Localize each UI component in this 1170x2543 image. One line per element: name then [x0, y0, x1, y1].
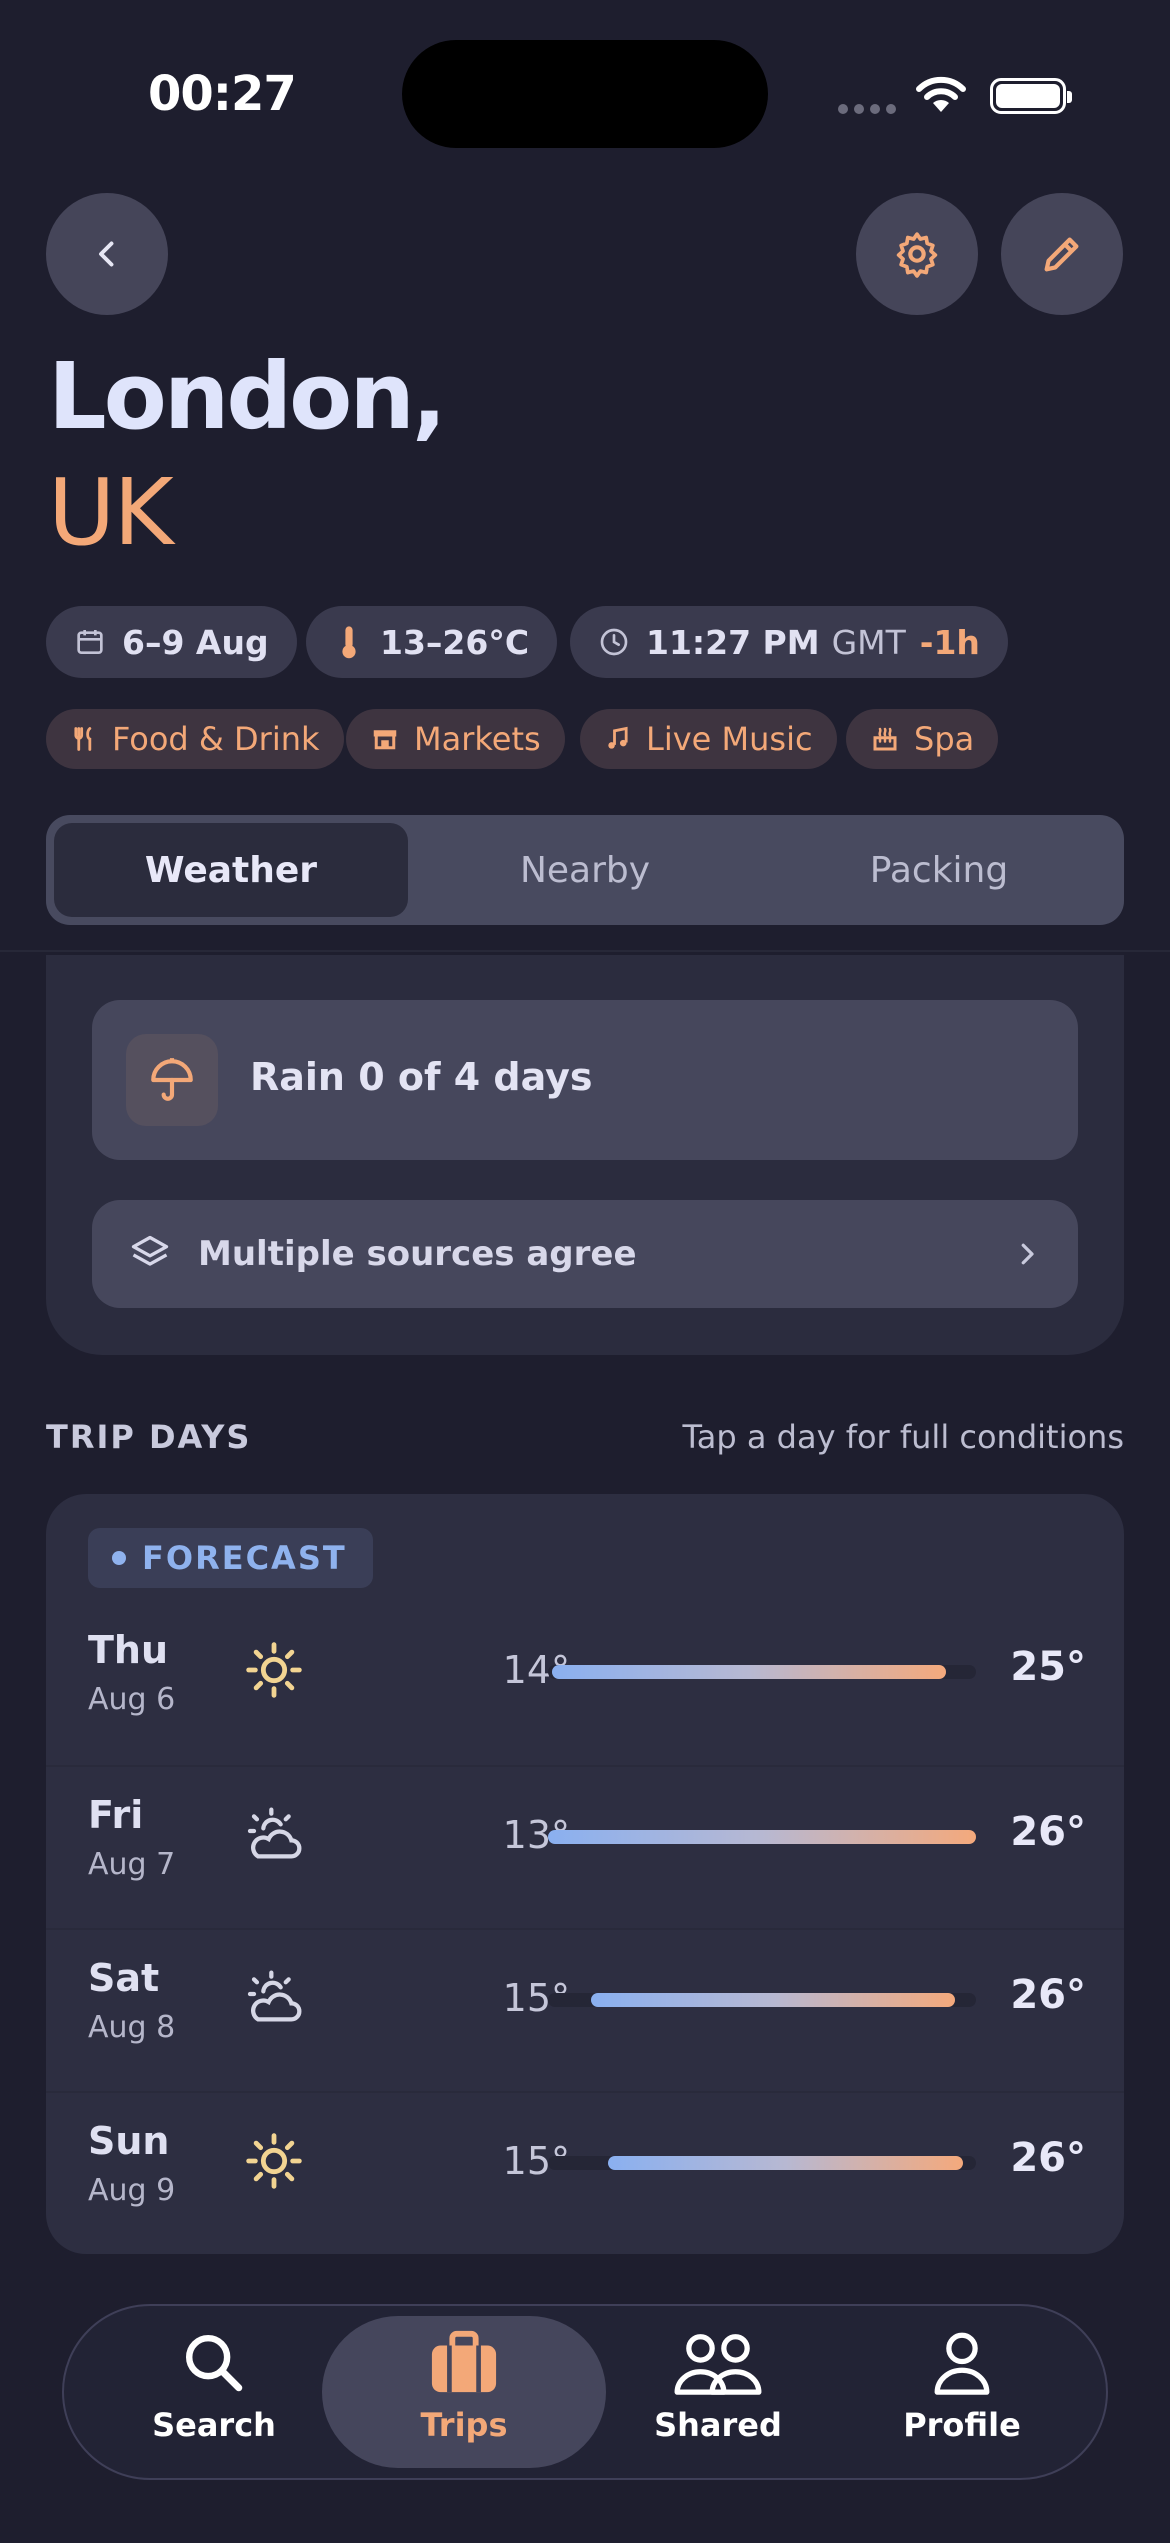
chevron-right-icon — [1021, 1243, 1034, 1265]
day-row-thu[interactable]: Thu Aug 6 14° 25° — [46, 1602, 1124, 1765]
dot-icon — [112, 1551, 126, 1565]
tab-label: Profile — [903, 2406, 1021, 2444]
day-date: Aug 8 — [88, 2010, 176, 2045]
tag-food-drink[interactable]: Food & Drink — [46, 709, 344, 769]
temp-range-bar — [590, 1993, 955, 2007]
back-button[interactable] — [46, 193, 168, 315]
dates-text: 6–9 Aug — [122, 622, 269, 662]
high-temp: 25° — [1010, 1644, 1086, 1690]
temperature-chip[interactable]: 13–26°C — [306, 606, 558, 678]
tab-packing[interactable]: Packing — [762, 823, 1116, 917]
forecast-badge: FORECAST — [88, 1528, 373, 1588]
tag-label: Markets — [414, 720, 541, 758]
temp-range-track — [548, 2156, 976, 2170]
signal-icon — [838, 104, 896, 116]
time-offset-text: -1h — [919, 622, 980, 662]
local-time-chip[interactable]: 11:27 PM GMT -1h — [570, 606, 1008, 678]
tab-search[interactable]: Search — [72, 2316, 356, 2468]
edit-button[interactable] — [1001, 193, 1123, 315]
page-title-city: London, — [48, 343, 447, 450]
search-icon — [186, 2335, 243, 2392]
tag-label: Spa — [914, 720, 975, 758]
tab-shared[interactable]: Shared — [576, 2316, 860, 2468]
sun-icon — [242, 2129, 306, 2193]
rain-summary-text: Rain 0 of 4 days — [250, 1055, 593, 1099]
gear-icon — [896, 232, 938, 278]
forecast-badge-label: FORECAST — [142, 1539, 347, 1577]
temp-range-track — [548, 1665, 976, 1679]
temp-range-bar — [552, 1665, 947, 1679]
temperature-range-text: 13–26°C — [380, 622, 530, 662]
spa-icon — [873, 727, 897, 751]
battery-icon — [990, 78, 1072, 114]
temp-range-track — [548, 1830, 976, 1844]
tab-weather[interactable]: Weather — [54, 823, 408, 917]
day-name: Sat — [88, 1956, 160, 2000]
fork-knife-icon — [74, 727, 92, 751]
people-icon — [674, 2334, 762, 2395]
section-tabs: Weather Nearby Packing — [46, 815, 1124, 925]
calendar-icon — [77, 630, 103, 654]
temp-range-track — [548, 1993, 976, 2007]
tag-label: Food & Drink — [112, 720, 320, 758]
page-title-country: UK — [48, 459, 174, 566]
tab-label: Search — [152, 2406, 276, 2444]
day-row-sat[interactable]: Sat Aug 8 15° 26° — [46, 1928, 1124, 2091]
sun-icon — [242, 1638, 306, 1702]
day-row-sun[interactable]: Sun Aug 9 15° 26° — [46, 2091, 1124, 2254]
settings-button[interactable] — [856, 193, 978, 315]
sources-row[interactable]: Multiple sources agree — [92, 1200, 1078, 1308]
day-row-fri[interactable]: Fri Aug 7 13° 26° — [46, 1765, 1124, 1928]
tag-spa[interactable]: Spa — [846, 709, 999, 769]
layers-icon — [131, 1235, 169, 1266]
tag-label: Live Music — [646, 720, 813, 758]
temp-range-bar — [607, 2156, 964, 2170]
dynamic-island — [402, 40, 768, 148]
trip-days-hint: Tap a day for full conditions — [682, 1418, 1124, 1456]
partly-cloudy-icon — [242, 1803, 306, 1867]
tab-label: Trips — [420, 2406, 508, 2444]
local-time-text: 11:27 PM — [646, 622, 820, 662]
tab-trips[interactable]: Trips — [322, 2316, 606, 2468]
day-name: Thu — [88, 1628, 169, 1672]
day-date: Aug 6 — [88, 1682, 176, 1717]
tab-label: Shared — [654, 2406, 782, 2444]
umbrella-icon — [126, 1034, 218, 1126]
bottom-tab-bar: Search Trips Shared Profile — [62, 2304, 1108, 2480]
high-temp: 26° — [1010, 2135, 1086, 2181]
day-date: Aug 7 — [88, 1847, 176, 1882]
timezone-text: GMT — [831, 622, 906, 662]
high-temp: 26° — [1010, 1972, 1086, 2018]
wifi-icon — [916, 76, 966, 112]
tag-live-music[interactable]: Live Music — [580, 709, 837, 769]
day-name: Sun — [88, 2119, 170, 2163]
pencil-icon — [1044, 237, 1079, 272]
partly-cloudy-icon — [242, 1966, 306, 2030]
clock-icon — [600, 628, 628, 656]
music-note-icon — [608, 726, 628, 749]
header-divider — [0, 950, 1170, 952]
dates-chip[interactable]: 6–9 Aug — [46, 606, 297, 678]
forecast-card: FORECAST Thu Aug 6 14° 25° Fri Aug 7 13° 26° Sat… — [46, 1494, 1124, 2254]
day-date: Aug 9 — [88, 2173, 176, 2208]
temp-range-bar — [548, 1830, 976, 1844]
trip-days-heading: TRIP DAYS — [46, 1418, 252, 1456]
tab-profile[interactable]: Profile — [820, 2316, 1104, 2468]
tab-nearby[interactable]: Nearby — [408, 823, 762, 917]
suitcase-icon — [431, 2330, 497, 2393]
high-temp: 26° — [1010, 1809, 1086, 1855]
person-icon — [934, 2332, 990, 2395]
day-name: Fri — [88, 1793, 144, 1837]
chevron-left-icon — [99, 241, 114, 267]
sources-text: Multiple sources agree — [198, 1234, 637, 1274]
status-time: 00:27 — [148, 66, 297, 122]
thermometer-icon — [342, 626, 356, 659]
tag-markets[interactable]: Markets — [346, 709, 565, 769]
store-icon — [373, 730, 397, 750]
